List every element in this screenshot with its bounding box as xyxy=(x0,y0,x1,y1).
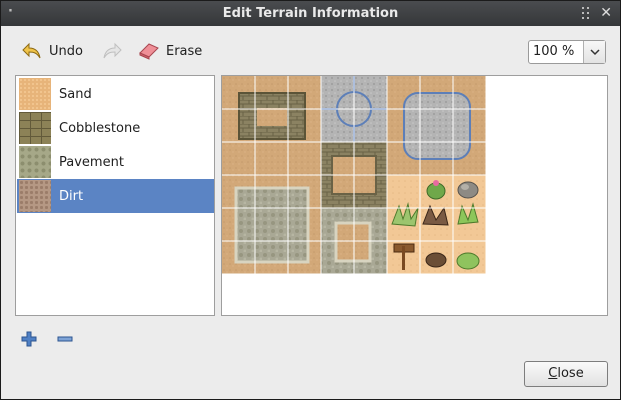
terrain-label: Cobblestone xyxy=(59,120,141,136)
window-title: Edit Terrain Information xyxy=(222,6,399,21)
close-button[interactable]: Close xyxy=(524,361,608,387)
eraser-icon xyxy=(139,43,159,60)
terrain-label: Dirt xyxy=(59,188,84,204)
resize-grip-icon[interactable] xyxy=(582,7,592,19)
zoom-value[interactable]: 100 % xyxy=(529,41,583,63)
close-mnemonic: C xyxy=(548,366,558,381)
zoom-combo[interactable]: 100 % xyxy=(528,40,606,64)
terrain-item-pavement[interactable]: Pavement xyxy=(17,145,214,179)
sand-swatch-icon xyxy=(19,78,51,110)
terrain-label: Pavement xyxy=(59,154,124,170)
cobblestone-swatch-icon xyxy=(19,112,51,144)
redo-arrow-icon xyxy=(103,42,122,59)
edit-terrain-dialog: · Edit Terrain Information ✕ Undo Erase xyxy=(0,0,621,400)
close-label-rest: lose xyxy=(557,366,584,381)
terrain-label: Sand xyxy=(59,86,92,102)
tileset-grid[interactable] xyxy=(221,75,608,316)
undo-button[interactable]: Undo xyxy=(21,40,83,62)
redo-button[interactable] xyxy=(101,40,123,62)
close-window-icon[interactable]: ✕ xyxy=(600,5,612,21)
terrain-item-cobblestone[interactable]: Cobblestone xyxy=(17,111,214,145)
title-bar: · Edit Terrain Information ✕ xyxy=(1,1,620,26)
chevron-down-icon[interactable] xyxy=(583,41,605,63)
remove-icon xyxy=(57,336,73,342)
remove-terrain-button[interactable] xyxy=(57,331,75,345)
toolbar: Undo Erase 100 % xyxy=(1,27,620,71)
tileset-image xyxy=(222,76,487,275)
erase-label: Erase xyxy=(166,43,203,59)
terrain-item-dirt[interactable]: Dirt xyxy=(17,179,214,213)
undo-label: Undo xyxy=(49,43,83,59)
terrain-item-sand[interactable]: Sand xyxy=(17,77,214,111)
add-terrain-button[interactable] xyxy=(21,331,39,347)
dirt-swatch-icon xyxy=(19,180,51,212)
add-icon xyxy=(21,331,37,347)
terrain-list[interactable]: Sand Cobblestone Pavement Dirt xyxy=(15,75,215,316)
erase-button[interactable]: Erase xyxy=(138,40,202,62)
undo-arrow-icon xyxy=(22,42,41,59)
pavement-swatch-icon xyxy=(19,146,51,178)
